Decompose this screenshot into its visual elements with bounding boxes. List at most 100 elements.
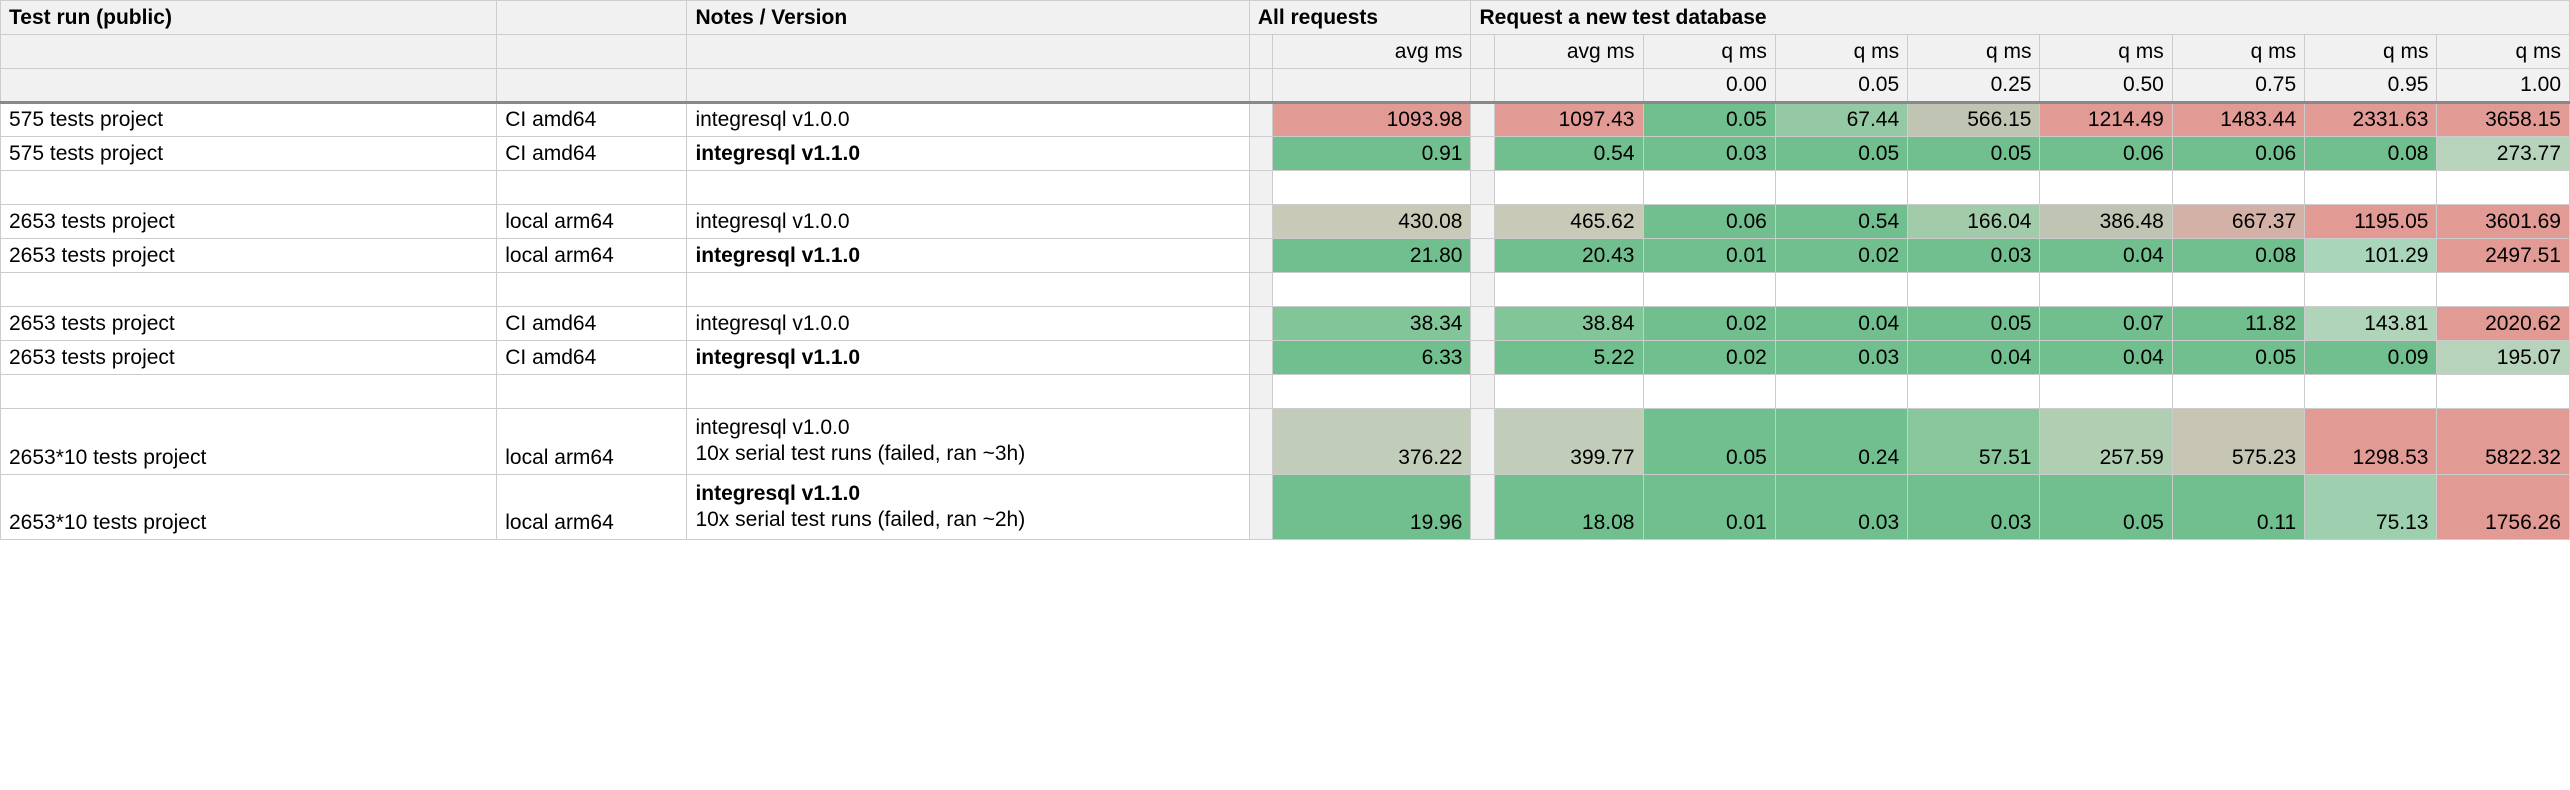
cell-test-run: 2653*10 tests project: [1, 474, 497, 540]
cell-quantile: 0.07: [2040, 307, 2172, 341]
separator-cell: [1249, 375, 1272, 409]
separator-cell: [2172, 171, 2304, 205]
spacer-cell: [1471, 103, 1494, 137]
table-body: 575 tests projectCI amd64integresql v1.0…: [1, 103, 2570, 540]
separator-cell: [1249, 171, 1272, 205]
separator-cell: [497, 171, 687, 205]
cell-quantile: 0.01: [1643, 239, 1775, 273]
cell-test-run: 2653 tests project: [1, 205, 497, 239]
cell-notes: integresql v1.0.0: [687, 205, 1249, 239]
header-spacer: [1471, 35, 1494, 69]
header-quantile: 0.05: [1775, 69, 1907, 103]
header-spacer: [1, 69, 497, 103]
separator-cell: [1775, 273, 1907, 307]
header-unit: q ms: [2172, 35, 2304, 69]
cell-req-avg: 0.54: [1494, 137, 1643, 171]
cell-quantile: 3601.69: [2437, 205, 2570, 239]
spacer-cell: [1471, 205, 1494, 239]
header-spacer: [1273, 69, 1471, 103]
cell-env: local arm64: [497, 239, 687, 273]
separator-cell: [687, 171, 1249, 205]
cell-quantile: 0.06: [1643, 205, 1775, 239]
separator-cell: [1643, 171, 1775, 205]
separator-cell: [1908, 375, 2040, 409]
separator-cell: [2305, 273, 2437, 307]
table-row: 575 tests projectCI amd64integresql v1.1…: [1, 137, 2570, 171]
cell-env: local arm64: [497, 409, 687, 475]
separator-cell: [2040, 273, 2172, 307]
separator-cell: [2040, 171, 2172, 205]
cell-req-avg: 20.43: [1494, 239, 1643, 273]
cell-notes: integresql v1.1.0: [687, 341, 1249, 375]
cell-all-avg: 1093.98: [1273, 103, 1471, 137]
separator-cell: [2040, 375, 2172, 409]
cell-quantile: 0.02: [1643, 307, 1775, 341]
table-header: Test run (public) Notes / Version All re…: [1, 1, 2570, 103]
separator-cell: [2437, 273, 2570, 307]
separator-cell: [1273, 171, 1471, 205]
cell-req-avg: 465.62: [1494, 205, 1643, 239]
cell-all-avg: 0.91: [1273, 137, 1471, 171]
cell-notes: integresql v1.1.0: [687, 137, 1249, 171]
separator-cell: [2172, 273, 2304, 307]
header-request-new-db: Request a new test database: [1471, 1, 2570, 35]
cell-quantile: 0.05: [1908, 137, 2040, 171]
spacer-cell: [1471, 239, 1494, 273]
cell-notes: integresql v1.1.0: [687, 239, 1249, 273]
cell-quantile: 667.37: [2172, 205, 2304, 239]
header-spacer: [497, 35, 687, 69]
spacer-cell: [1471, 341, 1494, 375]
table-row: 2653 tests projectlocal arm64integresql …: [1, 205, 2570, 239]
separator-cell: [1273, 273, 1471, 307]
header-test-run: Test run (public): [1, 1, 497, 35]
header-spacer: [1494, 69, 1643, 103]
cell-req-avg: 1097.43: [1494, 103, 1643, 137]
cell-quantile: 0.02: [1643, 341, 1775, 375]
spacer-cell: [1249, 409, 1272, 475]
cell-req-avg: 5.22: [1494, 341, 1643, 375]
cell-all-avg: 21.80: [1273, 239, 1471, 273]
header-quantile: 0.75: [2172, 69, 2304, 103]
cell-quantile: 0.05: [1775, 137, 1907, 171]
cell-env: CI amd64: [497, 341, 687, 375]
table-row: 2653*10 tests projectlocal arm64integres…: [1, 409, 2570, 475]
cell-quantile: 0.24: [1775, 409, 1907, 475]
cell-quantile: 0.04: [1908, 341, 2040, 375]
cell-quantile: 0.54: [1775, 205, 1907, 239]
separator-cell: [1, 375, 497, 409]
table-row: 2653*10 tests projectlocal arm64integres…: [1, 474, 2570, 540]
cell-quantile: 75.13: [2305, 474, 2437, 540]
table-row: 2653 tests projectCI amd64integresql v1.…: [1, 307, 2570, 341]
header-all-requests: All requests: [1249, 1, 1471, 35]
cell-req-avg: 18.08: [1494, 474, 1643, 540]
cell-quantile: 1214.49: [2040, 103, 2172, 137]
header-unit: avg ms: [1273, 35, 1471, 69]
cell-notes: integresql v1.0.010x serial test runs (f…: [687, 409, 1249, 475]
header-spacer: [1471, 69, 1494, 103]
separator-cell: [1494, 171, 1643, 205]
cell-quantile: 67.44: [1775, 103, 1907, 137]
spacer-cell: [1249, 474, 1272, 540]
header-spacer: [1249, 35, 1272, 69]
cell-env: CI amd64: [497, 307, 687, 341]
separator-cell: [1, 273, 497, 307]
header-quantile: 0.00: [1643, 69, 1775, 103]
cell-quantile: 0.09: [2305, 341, 2437, 375]
separator-row: [1, 273, 2570, 307]
header-spacer: [1249, 69, 1272, 103]
cell-all-avg: 430.08: [1273, 205, 1471, 239]
separator-cell: [687, 273, 1249, 307]
header-spacer: [687, 69, 1249, 103]
cell-quantile: 0.04: [2040, 341, 2172, 375]
cell-quantile: 0.05: [1643, 103, 1775, 137]
cell-quantile: 0.05: [1643, 409, 1775, 475]
cell-quantile: 1483.44: [2172, 103, 2304, 137]
header-unit: q ms: [2305, 35, 2437, 69]
spacer-cell: [1471, 307, 1494, 341]
cell-all-avg: 38.34: [1273, 307, 1471, 341]
separator-cell: [1908, 273, 2040, 307]
separator-cell: [1494, 375, 1643, 409]
cell-quantile: 0.04: [1775, 307, 1907, 341]
table-row: 575 tests projectCI amd64integresql v1.0…: [1, 103, 2570, 137]
separator-cell: [497, 375, 687, 409]
